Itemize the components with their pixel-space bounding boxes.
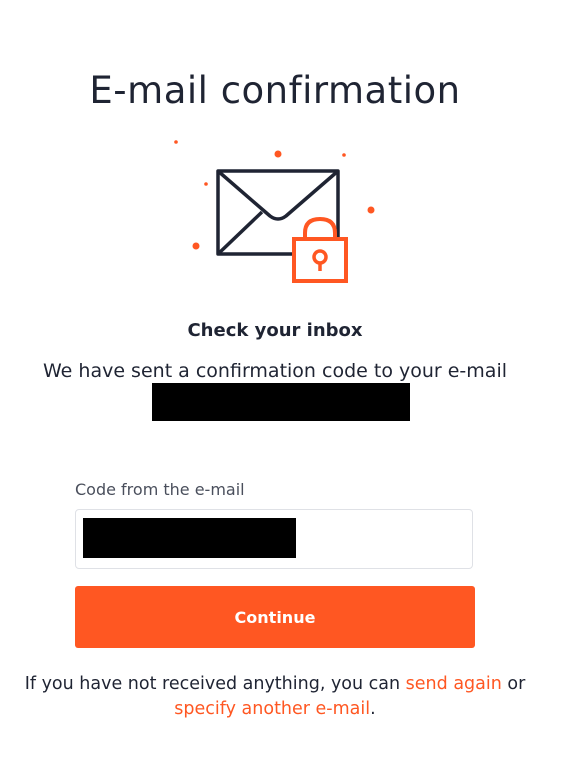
code-field-label: Code from the e-mail <box>75 480 245 499</box>
resend-prefix-text: If you have not received anything, you c… <box>24 674 406 694</box>
redacted-email-address <box>152 383 410 421</box>
confirmation-code-input[interactable] <box>75 509 473 569</box>
redacted-code-value <box>83 518 296 558</box>
send-again-link[interactable]: send again <box>406 674 502 694</box>
page-title: E-mail confirmation <box>89 68 461 112</box>
resend-instructions: If you have not received anything, you c… <box>0 672 550 722</box>
confirmation-sent-text: We have sent a confirmation code to your… <box>43 360 507 382</box>
check-inbox-heading: Check your inbox <box>187 320 363 341</box>
continue-button[interactable]: Continue <box>75 586 475 648</box>
envelope-lock-icon <box>174 140 375 283</box>
specify-another-email-link[interactable]: specify another e-mail <box>174 699 370 719</box>
email-lock-illustration <box>170 136 380 286</box>
resend-suffix-text: . <box>370 699 376 719</box>
resend-middle-text: or <box>501 674 526 694</box>
